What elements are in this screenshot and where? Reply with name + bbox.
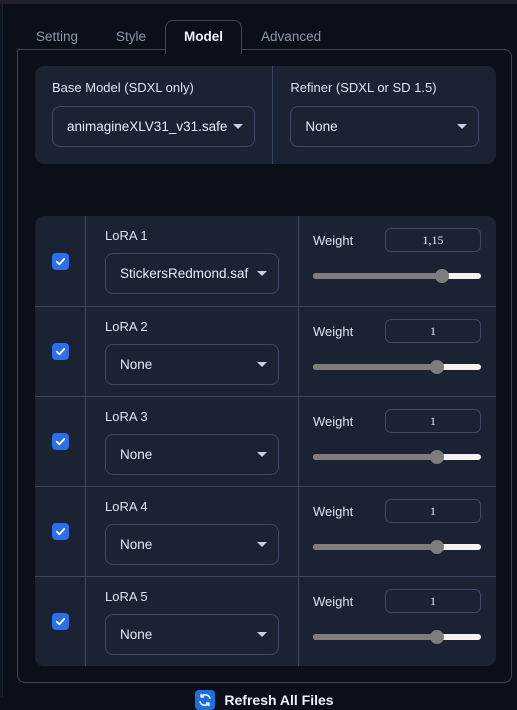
lora-weight-cell: Weight 1 <box>299 577 496 666</box>
lora-name-cell: LoRA 2 None <box>86 307 299 396</box>
lora-weight-slider[interactable] <box>313 629 481 645</box>
slider-thumb[interactable] <box>430 630 445 644</box>
slider-fill <box>313 454 438 460</box>
lora-weight-slider[interactable] <box>313 359 481 375</box>
lora-weight-label: Weight <box>313 503 354 519</box>
refresh-all-files-label: Refresh All Files <box>224 692 334 708</box>
slider-fill <box>313 544 438 550</box>
lora-weight-input[interactable]: 1 <box>385 319 481 343</box>
lora-model-value: StickersRedmond.saf <box>120 266 249 281</box>
chevron-down-icon <box>257 632 267 637</box>
chevron-down-icon <box>257 271 267 276</box>
lora-weight-header: Weight 1 <box>313 319 481 343</box>
left-rail <box>0 4 3 697</box>
slider-fill <box>313 634 438 640</box>
lora-list: LoRA 1 StickersRedmond.saf Weight 1,15 LoRA … <box>35 216 496 666</box>
lora-model-value: None <box>120 627 153 642</box>
refiner-value: None <box>305 119 338 134</box>
lora-row: LoRA 2 None Weight 1 <box>35 306 496 396</box>
tab-bar: Setting Style Model Advanced <box>17 18 340 56</box>
lora-weight-slider[interactable] <box>313 449 481 465</box>
lora-enable-checkbox[interactable] <box>51 343 69 360</box>
lora-model-value: None <box>120 537 153 552</box>
lora-title: LoRA 3 <box>105 409 148 424</box>
lora-weight-header: Weight 1 <box>313 499 481 523</box>
tab-advanced[interactable]: Advanced <box>242 20 340 54</box>
base-model-value: animagineXLV31_v31.safe <box>67 119 228 134</box>
lora-model-select[interactable]: None <box>105 344 279 385</box>
lora-enable-checkbox[interactable] <box>51 613 69 630</box>
lora-weight-cell: Weight 1 <box>299 397 496 486</box>
model-tab-app: Setting Style Model Advanced Base Model (SD… <box>4 4 517 710</box>
lora-weight-header: Weight 1,15 <box>313 228 481 252</box>
base-model-select[interactable]: animagineXLV31_v31.safe <box>52 106 256 147</box>
lora-enable-cell <box>35 216 86 306</box>
slider-fill <box>313 273 443 279</box>
tab-model[interactable]: Model <box>165 19 243 56</box>
model-tab-panel: Base Model (SDXL only) animagineXLV31_v3… <box>17 49 512 710</box>
lora-name-cell: LoRA 5 None <box>86 577 299 666</box>
lora-enable-cell <box>35 307 86 396</box>
slider-thumb[interactable] <box>430 360 445 374</box>
lora-model-select[interactable]: None <box>105 434 279 475</box>
lora-weight-label: Weight <box>313 593 354 609</box>
lora-row: LoRA 5 None Weight 1 <box>35 576 496 666</box>
chevron-down-icon <box>257 542 267 547</box>
slider-thumb[interactable] <box>430 450 445 464</box>
lora-title: LoRA 2 <box>105 319 148 334</box>
refiner-select[interactable]: None <box>290 106 479 147</box>
lora-weight-cell: Weight 1 <box>299 487 496 576</box>
base-model-group: Base Model (SDXL only) animagineXLV31_v3… <box>35 66 496 164</box>
base-model-label: Base Model (SDXL only) <box>52 80 194 95</box>
lora-weight-label: Weight <box>313 413 354 429</box>
lora-model-select[interactable]: None <box>105 524 279 565</box>
slider-thumb[interactable] <box>430 540 445 554</box>
lora-enable-checkbox[interactable] <box>51 252 69 270</box>
refiner-column: Refiner (SDXL or SD 1.5) None <box>272 66 496 164</box>
lora-weight-input[interactable]: 1,15 <box>385 228 481 252</box>
refresh-all-files-button[interactable]: Refresh All Files <box>18 690 511 710</box>
refiner-label: Refiner (SDXL or SD 1.5) <box>290 80 437 95</box>
tab-setting[interactable]: Setting <box>17 20 97 54</box>
lora-name-cell: LoRA 4 None <box>86 487 299 576</box>
lora-weight-label: Weight <box>313 323 354 339</box>
lora-weight-label: Weight <box>313 232 354 248</box>
lora-row: LoRA 4 None Weight 1 <box>35 486 496 576</box>
lora-model-select[interactable]: None <box>105 614 279 655</box>
lora-weight-slider[interactable] <box>313 539 481 555</box>
lora-weight-input[interactable]: 1 <box>385 409 481 433</box>
lora-enable-cell <box>35 397 86 486</box>
base-model-column: Base Model (SDXL only) animagineXLV31_v3… <box>35 66 272 164</box>
lora-weight-header: Weight 1 <box>313 589 481 613</box>
lora-row: LoRA 3 None Weight 1 <box>35 396 496 486</box>
lora-enable-checkbox[interactable] <box>51 433 69 450</box>
lora-name-cell: LoRA 1 StickersRedmond.saf <box>86 216 299 306</box>
lora-title: LoRA 4 <box>105 499 148 514</box>
lora-enable-cell <box>35 577 86 666</box>
chevron-down-icon <box>257 362 267 367</box>
tab-style[interactable]: Style <box>97 20 165 54</box>
slider-thumb[interactable] <box>435 269 450 283</box>
lora-weight-slider[interactable] <box>313 268 481 284</box>
lora-enable-checkbox[interactable] <box>51 523 69 540</box>
chevron-down-icon <box>233 124 244 129</box>
chevron-down-icon <box>257 452 267 457</box>
lora-enable-cell <box>35 487 86 576</box>
lora-model-select[interactable]: StickersRedmond.saf <box>105 253 279 294</box>
refresh-icon <box>195 690 216 710</box>
slider-fill <box>313 364 438 370</box>
chevron-down-icon <box>457 124 467 129</box>
lora-model-value: None <box>120 357 153 372</box>
lora-name-cell: LoRA 3 None <box>86 397 299 486</box>
lora-weight-input[interactable]: 1 <box>385 499 481 523</box>
lora-weight-header: Weight 1 <box>313 409 481 433</box>
lora-title: LoRA 1 <box>105 228 148 243</box>
lora-weight-cell: Weight 1,15 <box>299 216 496 306</box>
lora-title: LoRA 5 <box>105 589 148 604</box>
lora-model-value: None <box>120 447 153 462</box>
lora-weight-input[interactable]: 1 <box>385 589 481 613</box>
lora-row: LoRA 1 StickersRedmond.saf Weight 1,15 <box>35 216 496 306</box>
lora-weight-cell: Weight 1 <box>299 307 496 396</box>
